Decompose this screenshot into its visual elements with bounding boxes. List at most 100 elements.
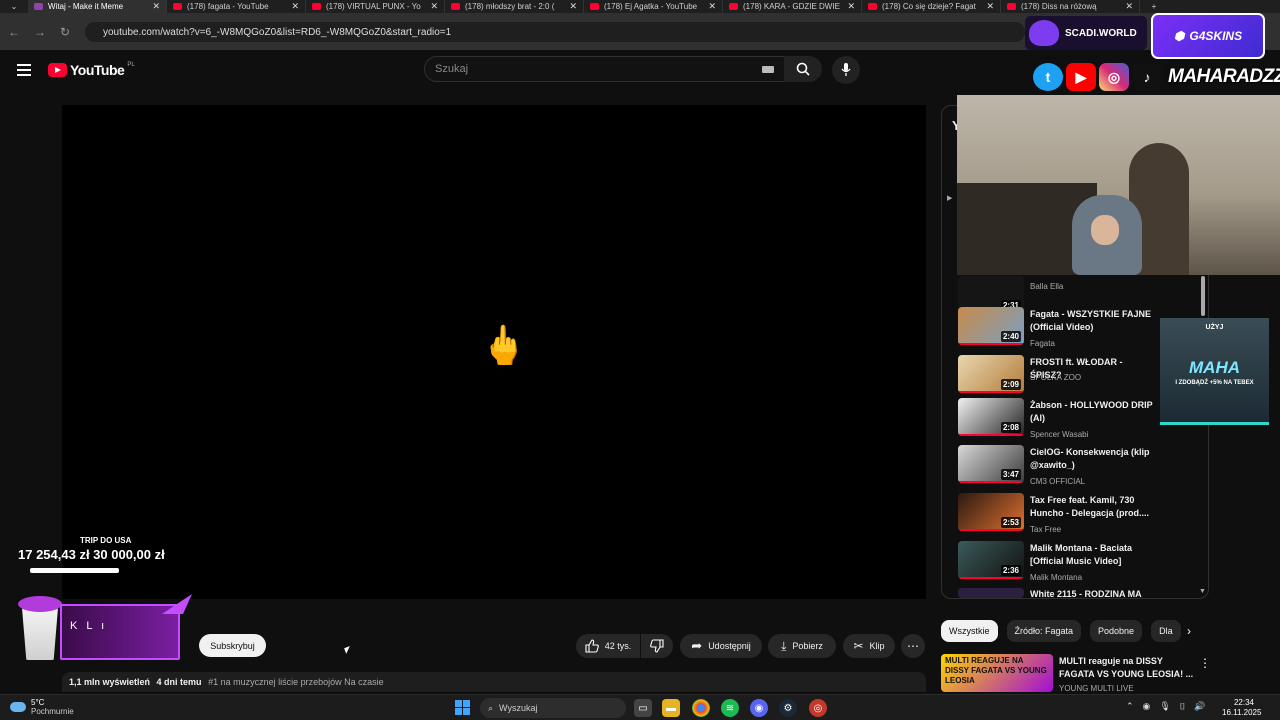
microphone-tray-icon[interactable]: 🎙 [1159, 701, 1170, 712]
download-label: Pobierz [792, 641, 823, 651]
weather-widget[interactable]: 5°C Pochmurnie [10, 698, 74, 716]
close-icon[interactable]: ✕ [569, 1, 577, 12]
tab-list-chevron-icon[interactable]: ⌄ [0, 2, 28, 11]
chip-for-you[interactable]: Dla [1151, 620, 1182, 642]
chevron-up-icon[interactable]: ⌃ [1126, 701, 1134, 712]
network-icon[interactable]: ⌷ [1180, 701, 1185, 712]
more-actions-button[interactable]: ⋯ [901, 634, 925, 658]
youtube-favicon-icon [729, 3, 738, 10]
spotify-icon[interactable]: ≋ [721, 699, 739, 717]
twitter-icon: t [1033, 63, 1063, 91]
share-button[interactable]: ➦ Udostępnij [680, 634, 762, 658]
forward-arrow-icon[interactable]: → [34, 25, 46, 39]
tab-title: Witaj - Make it Meme [48, 2, 124, 11]
video-thumbnail [958, 588, 1024, 598]
discord-tray-icon[interactable]: ◉ [1143, 701, 1151, 712]
like-button[interactable]: 42 tys. [576, 634, 640, 658]
chip-related[interactable]: Podobne [1090, 620, 1143, 642]
search-button[interactable] [784, 56, 822, 82]
search-input[interactable]: Szukaj [424, 56, 785, 82]
url-bar[interactable]: youtube.com/watch?v=6_-W8MQGoZ0&list=RD6… [85, 22, 1025, 42]
video-thumbnail: 2:09 [958, 355, 1024, 393]
new-tab-button[interactable]: + [1140, 2, 1168, 11]
subscribe-button[interactable]: Subskrybuj [199, 634, 266, 657]
close-icon[interactable]: ✕ [1125, 1, 1133, 12]
dislike-button[interactable] [641, 634, 673, 658]
volume-icon[interactable]: 🔊 [1194, 701, 1205, 712]
scadi-sponsor-badge: SCADI.WORLD [1025, 16, 1147, 50]
close-icon[interactable]: ✕ [291, 1, 299, 12]
promo-code-widget: UŻYJ MAHA I ZDOBĄDŹ +5% NA TEBEX [1160, 318, 1269, 425]
chrome-icon[interactable] [692, 699, 710, 717]
youtube-logo-text: YouTube [70, 62, 125, 78]
country-code: PL [127, 62, 135, 68]
clip-button[interactable]: ✂ Klip [843, 634, 895, 658]
watched-progress-bar [958, 343, 1024, 345]
keyboard-icon[interactable] [762, 66, 774, 73]
g4skins-sponsor-badge: ⬢ G4SKINS [1151, 13, 1265, 59]
more-vertical-icon[interactable]: ⋮ [1199, 656, 1211, 670]
duration-badge: 2:36 [1000, 565, 1021, 576]
browser-tab-7[interactable]: (178) Diss na różową ✕ [1001, 0, 1140, 13]
chip-all[interactable]: Wszystkie [941, 620, 998, 642]
clock-time: 22:34 [1233, 698, 1254, 707]
promo-subtext: I ZDOBĄDŹ +5% NA TEBEX [1175, 380, 1254, 386]
voice-search-button[interactable] [832, 56, 860, 84]
close-icon[interactable]: ✕ [986, 1, 994, 12]
browser-tab-2[interactable]: (178) VIRTUAL PUNX - Yo ✕ [306, 0, 445, 13]
chevron-right-icon[interactable]: › [1187, 624, 1191, 638]
purple-cup-graphic [18, 590, 62, 662]
watched-progress-bar [958, 529, 1024, 531]
middle-finger-emoji: 🖕 [480, 325, 528, 367]
close-icon[interactable]: ✕ [708, 1, 716, 12]
g4skins-text: G4SKINS [1189, 29, 1243, 43]
browser-tab-0[interactable]: Witaj - Make it Meme ✕ [28, 0, 167, 13]
menu-hamburger-icon[interactable] [17, 64, 31, 76]
thumbs-down-icon [650, 639, 664, 653]
close-icon[interactable]: ✕ [152, 1, 160, 12]
task-view-icon[interactable]: ▭ [634, 699, 652, 717]
donation-goal-label: TRIP DO USA [80, 536, 132, 545]
playlist-item[interactable]: 2:36 Malik Montana - Baciata [Official M… [958, 541, 1198, 585]
youtube-favicon-icon [312, 3, 321, 10]
microphone-icon [841, 63, 851, 76]
playlist-scrollbar[interactable] [1201, 276, 1205, 316]
windows-start-icon[interactable] [455, 700, 470, 715]
channel-name: Balla Ella [1030, 282, 1064, 291]
recommended-title: MULTI reaguje na DISSY FAGATA VS YOUNG L… [1059, 656, 1194, 679]
back-arrow-icon[interactable]: ← [8, 25, 20, 39]
taskbar-search-label: Wyszukaj [499, 703, 538, 713]
steam-icon[interactable]: ⚙ [779, 699, 797, 717]
video-description[interactable]: 1,1 mln wyświetleń 4 dni temu #1 na muzy… [62, 672, 926, 692]
browser-tab-3[interactable]: (178) młodszy brat - 2:0 (✕ [445, 0, 584, 13]
browser-tab-5[interactable]: (178) KARA - GDZIE DWIE ✕ [723, 0, 862, 13]
playlist-item[interactable]: 3:47 CielOG- Konsekwencja (klip @xawito_… [958, 445, 1198, 489]
close-icon[interactable]: ✕ [847, 1, 855, 12]
chart-tag[interactable]: #1 na muzycznej liście przebojów Na czas… [208, 677, 384, 687]
chip-from-source[interactable]: Źródło: Fagata [1006, 620, 1082, 642]
system-clock[interactable]: 22:34 16.11.2025 [1222, 698, 1261, 718]
youtube-play-icon [48, 63, 67, 77]
donation-progress-bar [30, 568, 119, 573]
donation-goal-widget: TRIP DO USA 17 254,43 zł 30 000,00 zł [18, 536, 193, 573]
browser-tab-1[interactable]: (178) fagata - YouTube ✕ [167, 0, 306, 13]
download-button[interactable]: ⤓ Pobierz [768, 634, 836, 658]
tab-title: (178) VIRTUAL PUNX - Yo [326, 2, 421, 11]
discord-icon[interactable]: ◉ [750, 699, 768, 717]
taskbar-search[interactable]: ⌕ Wyszukaj [480, 698, 626, 718]
video-player[interactable]: 🖕 [62, 105, 926, 599]
youtube-logo[interactable]: YouTube PL [48, 62, 135, 78]
close-icon[interactable]: ✕ [430, 1, 438, 12]
playlist-item[interactable]: 2:53 Tax Free feat. Kamil, 730 Huncho - … [958, 493, 1198, 537]
scroll-down-arrow-icon[interactable]: ▼ [1199, 588, 1206, 595]
reload-icon[interactable]: ↻ [60, 25, 70, 39]
tab-title: (178) fagata - YouTube [187, 2, 269, 11]
browser-tab-4[interactable]: (178) Ej Agatka - YouTube ✕ [584, 0, 723, 13]
channel-name: CM3 OFFICIAL [1030, 477, 1086, 486]
recommended-video[interactable]: MULTI REAGUJE NA DISSY FAGATA VS YOUNG L… [941, 654, 1211, 694]
app-red-icon[interactable]: ◎ [809, 699, 827, 717]
playlist-item[interactable]: White 2115 - RODZINA MA [958, 588, 1198, 598]
browser-tab-6[interactable]: (178) Co się dzieje? Fagat ✕ [862, 0, 1001, 13]
file-explorer-icon[interactable]: ▬ [662, 699, 680, 717]
more-dots-icon: ⋯ [907, 639, 919, 653]
